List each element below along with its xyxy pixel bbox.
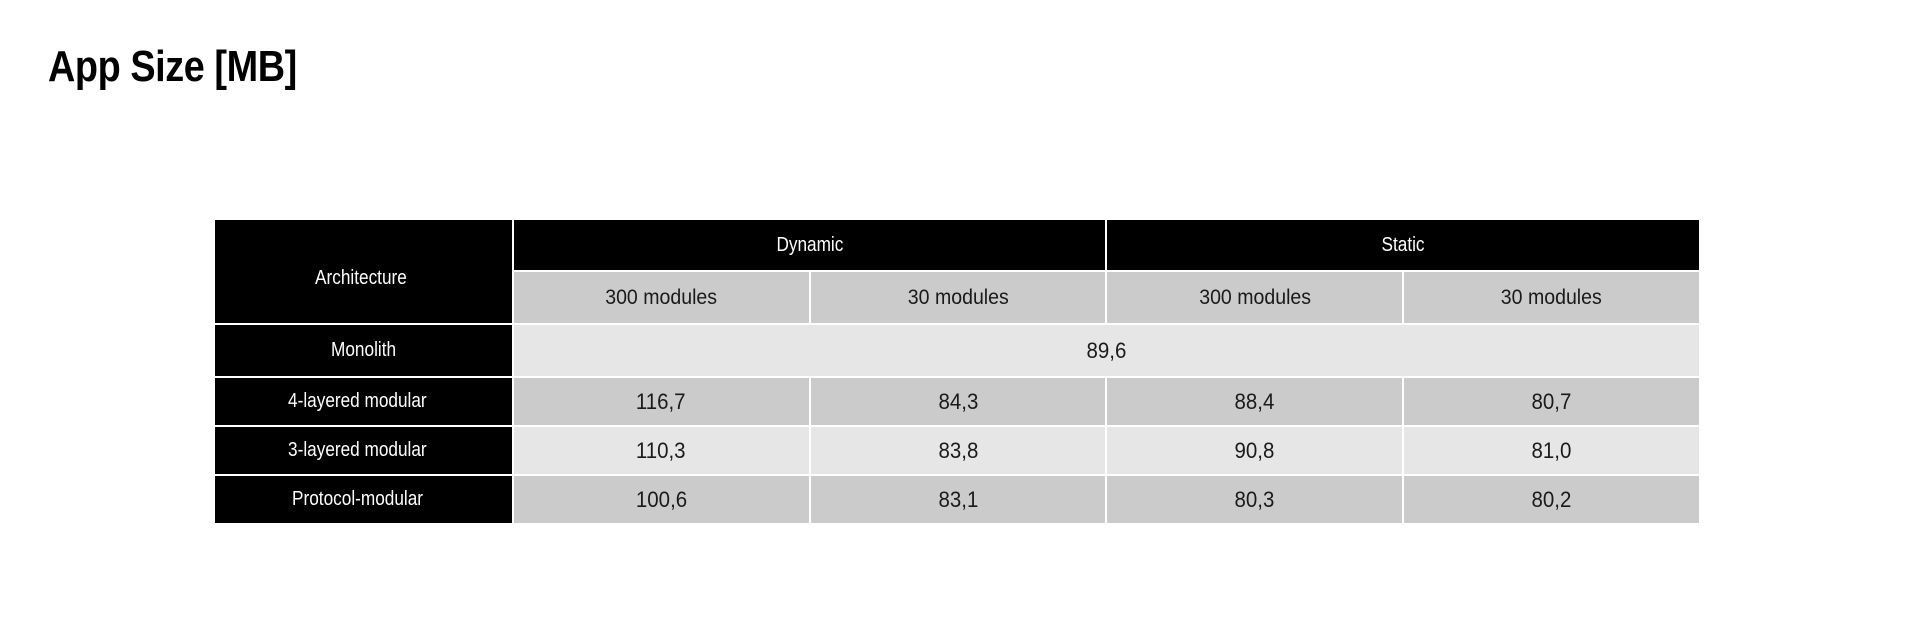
header-architecture: Architecture xyxy=(215,220,512,323)
header-group-dynamic-label: Dynamic xyxy=(776,233,844,256)
header-group-static: Static xyxy=(1107,220,1699,270)
table-row: Protocol-modular 100,6 83,1 80,3 80,2 xyxy=(215,476,1699,523)
row-label-3-layered-modular: 3-layered modular xyxy=(215,427,512,474)
cell-protocol-dynamic-300: 100,6 xyxy=(513,476,809,523)
row-label-3-layered-modular-text: 3-layered modular xyxy=(287,439,427,461)
app-size-table: Architecture Dynamic Static 300 modules … xyxy=(213,218,1701,525)
cell-monolith-all-value: 89,6 xyxy=(1086,337,1127,363)
row-label-protocol-modular: Protocol-modular xyxy=(215,476,512,523)
page-root: App Size [MB] Architecture Dynamic Stati… xyxy=(0,0,1920,630)
row-label-protocol-modular-text: Protocol-modular xyxy=(292,488,424,510)
cell-3-layered-static-300-value: 90,8 xyxy=(1234,437,1275,463)
cell-3-layered-dynamic-300-value: 110,3 xyxy=(636,437,687,463)
cell-4-layered-static-300: 88,4 xyxy=(1107,378,1403,425)
table-row: 4-layered modular 116,7 84,3 88,4 80,7 xyxy=(215,378,1699,425)
subheader-static-30: 30 modules xyxy=(1404,272,1699,323)
table-body: Monolith 89,6 4-layered modular 116,7 84… xyxy=(215,325,1699,523)
cell-3-layered-dynamic-30-value: 83,8 xyxy=(938,437,978,463)
cell-protocol-dynamic-300-value: 100,6 xyxy=(635,486,687,512)
subheader-dynamic-30-label: 30 modules xyxy=(907,285,1009,309)
cell-protocol-dynamic-30: 83,1 xyxy=(810,476,1106,523)
header-group-dynamic: Dynamic xyxy=(513,220,1106,270)
table-row: Monolith 89,6 xyxy=(215,325,1699,376)
header-architecture-label: Architecture xyxy=(315,267,407,289)
row-label-4-layered-modular: 4-layered modular xyxy=(215,378,512,425)
cell-4-layered-static-30-value: 80,7 xyxy=(1531,388,1572,414)
cell-protocol-static-300: 80,3 xyxy=(1107,476,1403,523)
cell-4-layered-dynamic-30: 84,3 xyxy=(810,378,1106,425)
cell-3-layered-static-30: 81,0 xyxy=(1404,427,1699,474)
table-header-row-groups: Architecture Dynamic Static xyxy=(215,220,1699,323)
row-label-monolith-text: Monolith xyxy=(330,339,396,361)
cell-3-layered-dynamic-30: 83,8 xyxy=(810,427,1106,474)
subheader-dynamic-300: 300 modules xyxy=(513,272,809,323)
subheader-dynamic-300-label: 300 modules xyxy=(605,285,718,309)
cell-4-layered-static-30: 80,7 xyxy=(1404,378,1699,425)
subheader-static-300-label: 300 modules xyxy=(1198,285,1311,309)
cell-monolith-all: 89,6 xyxy=(513,325,1699,376)
header-group-static-label: Static xyxy=(1381,233,1425,256)
app-size-table-container: Architecture Dynamic Static 300 modules … xyxy=(215,220,1703,523)
cell-protocol-static-30-value: 80,2 xyxy=(1531,486,1572,512)
row-label-4-layered-modular-text: 4-layered modular xyxy=(287,390,427,412)
cell-protocol-dynamic-30-value: 83,1 xyxy=(938,486,978,512)
subheader-dynamic-30: 30 modules xyxy=(810,272,1106,323)
cell-4-layered-dynamic-300: 116,7 xyxy=(513,378,809,425)
cell-4-layered-dynamic-300-value: 116,7 xyxy=(636,388,687,414)
subheader-static-300: 300 modules xyxy=(1107,272,1403,323)
cell-4-layered-dynamic-30-value: 84,3 xyxy=(938,388,978,414)
subheader-static-30-label: 30 modules xyxy=(1501,285,1603,309)
cell-3-layered-static-300: 90,8 xyxy=(1107,427,1403,474)
cell-3-layered-static-30-value: 81,0 xyxy=(1531,437,1572,463)
cell-4-layered-static-300-value: 88,4 xyxy=(1234,388,1275,414)
page-title: App Size [MB] xyxy=(48,42,297,91)
cell-3-layered-dynamic-300: 110,3 xyxy=(513,427,809,474)
table-row: 3-layered modular 110,3 83,8 90,8 81,0 xyxy=(215,427,1699,474)
table-header: Architecture Dynamic Static 300 modules … xyxy=(215,220,1699,323)
cell-protocol-static-300-value: 80,3 xyxy=(1234,486,1275,512)
cell-protocol-static-30: 80,2 xyxy=(1404,476,1699,523)
row-label-monolith: Monolith xyxy=(215,325,512,376)
